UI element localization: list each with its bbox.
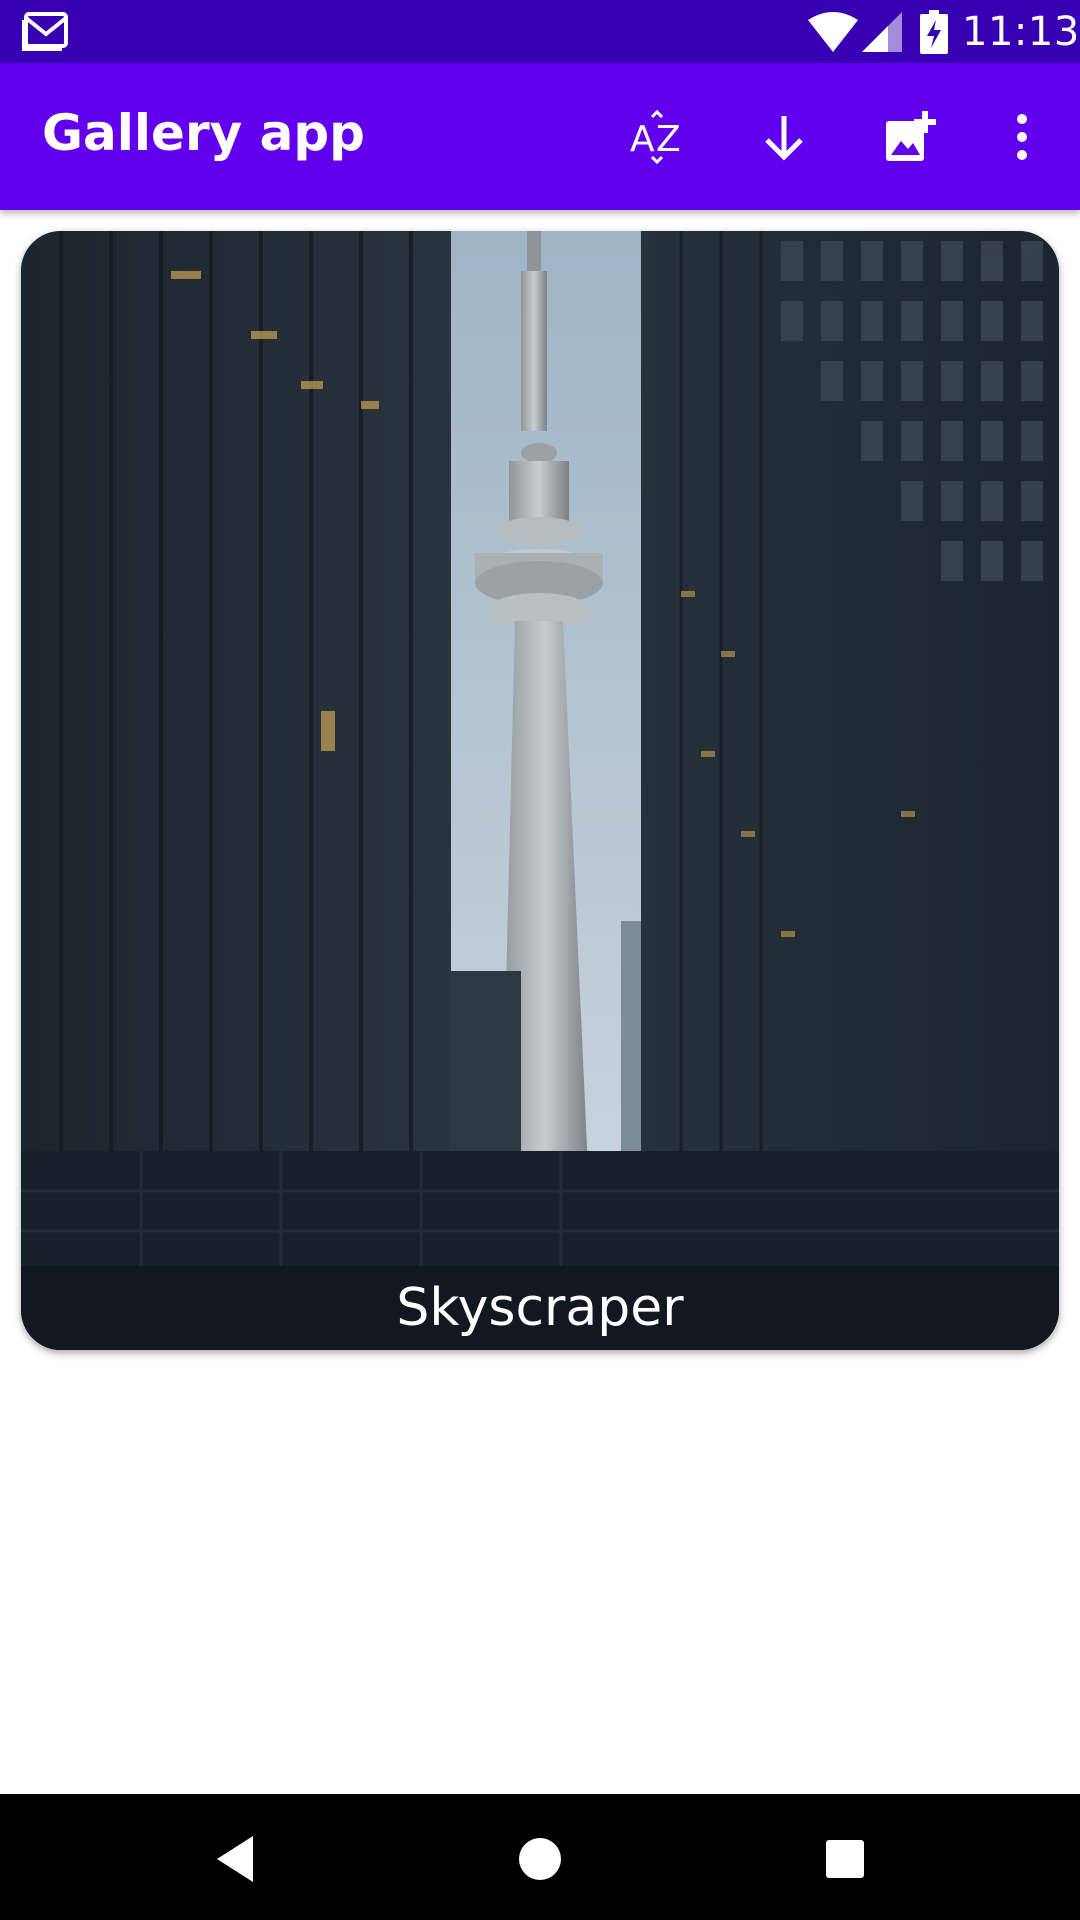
recents-button[interactable] bbox=[810, 1824, 880, 1894]
more-options-button[interactable] bbox=[982, 97, 1062, 177]
app-bar: Gallery app A Z bbox=[0, 63, 1080, 210]
gmail-notification-icon bbox=[22, 12, 68, 51]
cellular-signal-icon bbox=[862, 12, 902, 52]
arrow-down-icon bbox=[765, 116, 803, 161]
back-button[interactable] bbox=[200, 1824, 270, 1894]
home-icon bbox=[519, 1838, 561, 1880]
download-button[interactable] bbox=[744, 97, 824, 177]
home-button[interactable] bbox=[505, 1824, 575, 1894]
svg-text:A: A bbox=[630, 119, 655, 160]
add-photo-icon bbox=[886, 111, 936, 161]
back-icon bbox=[217, 1836, 253, 1882]
status-bar: 11:13 bbox=[0, 0, 1080, 63]
sort-button[interactable]: A Z bbox=[618, 97, 698, 177]
status-clock: 11:13 bbox=[962, 9, 1080, 55]
svg-text:Z: Z bbox=[656, 119, 681, 160]
card-caption: Skyscraper bbox=[21, 1266, 1059, 1350]
sort-az-icon: A Z bbox=[630, 109, 681, 165]
battery-charging-icon bbox=[920, 10, 948, 54]
navigation-bar bbox=[0, 1794, 1080, 1920]
more-vert-icon bbox=[1017, 114, 1027, 160]
skyscraper-photo bbox=[21, 231, 1059, 1350]
gallery-card[interactable]: Skyscraper bbox=[21, 231, 1059, 1350]
recents-icon bbox=[826, 1840, 864, 1878]
app-title: Gallery app bbox=[42, 104, 365, 162]
wifi-icon bbox=[808, 12, 858, 52]
add-photo-button[interactable] bbox=[870, 97, 950, 177]
